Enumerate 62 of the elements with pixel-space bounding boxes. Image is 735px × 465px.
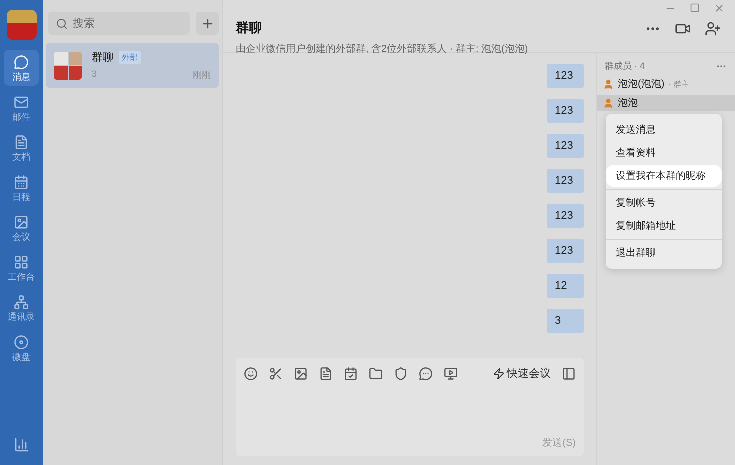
- menu-item[interactable]: 退出群聊: [606, 242, 722, 264]
- menu-item[interactable]: 复制邮箱地址: [606, 215, 722, 237]
- message-bubble: 3: [547, 309, 584, 333]
- nav-item[interactable]: 消息: [4, 50, 39, 86]
- close-icon[interactable]: [714, 3, 725, 14]
- chat-title: 群聊: [236, 19, 263, 37]
- add-button[interactable]: [196, 12, 219, 35]
- folder-icon[interactable]: [369, 366, 383, 380]
- message-bubble: 123: [547, 99, 584, 123]
- menu-item[interactable]: 复制帐号: [606, 192, 722, 214]
- scissors-icon[interactable]: [269, 366, 283, 380]
- document-icon[interactable]: [319, 366, 333, 380]
- conversation-time: 刚刚: [193, 68, 211, 82]
- message-bubble: 123: [547, 64, 584, 88]
- picture-icon: [14, 214, 29, 230]
- shield-icon[interactable]: [394, 366, 408, 380]
- conversation-name: 群聊: [92, 50, 114, 64]
- member-name: 泡泡: [618, 97, 638, 110]
- search-icon: [56, 18, 68, 30]
- plus-icon: [200, 16, 214, 30]
- lightning-icon: [493, 368, 505, 380]
- menu-item[interactable]: 发送消息: [606, 119, 722, 141]
- calendar-check-icon[interactable]: [344, 366, 358, 380]
- conversation-preview: 3: [92, 68, 98, 80]
- maximize-icon[interactable]: [690, 3, 700, 13]
- message-bubble: 123: [547, 134, 584, 158]
- mail-icon: [14, 94, 29, 110]
- conversation-item[interactable]: 群聊 外部 3 刚刚: [46, 43, 219, 88]
- document-icon: [14, 134, 29, 150]
- member-row[interactable]: 泡泡(泡泡) · 群主: [597, 76, 735, 92]
- quick-meeting-button[interactable]: 快速会议: [493, 366, 551, 381]
- member-name: 泡泡(泡泡): [618, 78, 665, 91]
- chat-bubble-icon[interactable]: [419, 366, 433, 380]
- bars-icon[interactable]: [14, 437, 30, 453]
- grid-icon: [14, 254, 29, 270]
- member-row[interactable]: 泡泡: [597, 95, 735, 111]
- menu-item[interactable]: 设置我在本群的昵称: [606, 165, 722, 187]
- external-tag: 外部: [119, 50, 141, 64]
- member-role: · 群主: [668, 78, 690, 90]
- panel-icon[interactable]: [562, 366, 576, 380]
- search-field[interactable]: 搜索: [48, 12, 190, 35]
- person-icon: [603, 78, 614, 90]
- image-icon[interactable]: [294, 366, 308, 380]
- search-placeholder: 搜索: [73, 16, 95, 31]
- screen-icon[interactable]: [444, 366, 458, 380]
- members-title: 群成员 · 4: [605, 60, 646, 72]
- user-avatar[interactable]: [6, 10, 36, 40]
- message-bubble: 12: [547, 274, 584, 298]
- message-bubble: 123: [547, 169, 584, 193]
- group-avatar: [54, 52, 82, 80]
- calendar-icon: [14, 174, 29, 190]
- message-bubble: 123: [547, 239, 584, 263]
- chat-subtitle: 由企业微信用户创建的外部群, 含2位外部联系人 · 群主: 泡泡(泡泡): [236, 42, 530, 56]
- chat-bubble-icon: [14, 54, 29, 70]
- org-chart-icon: [14, 294, 29, 310]
- emoji-icon[interactable]: [244, 366, 258, 380]
- message-composer[interactable]: 快速会议 发送(S): [236, 358, 584, 456]
- add-user-icon[interactable]: [705, 21, 721, 37]
- person-icon: [603, 98, 614, 108]
- disc-icon: [14, 334, 29, 350]
- message-bubble: 123: [547, 204, 584, 228]
- menu-item[interactable]: 查看资料: [606, 142, 722, 164]
